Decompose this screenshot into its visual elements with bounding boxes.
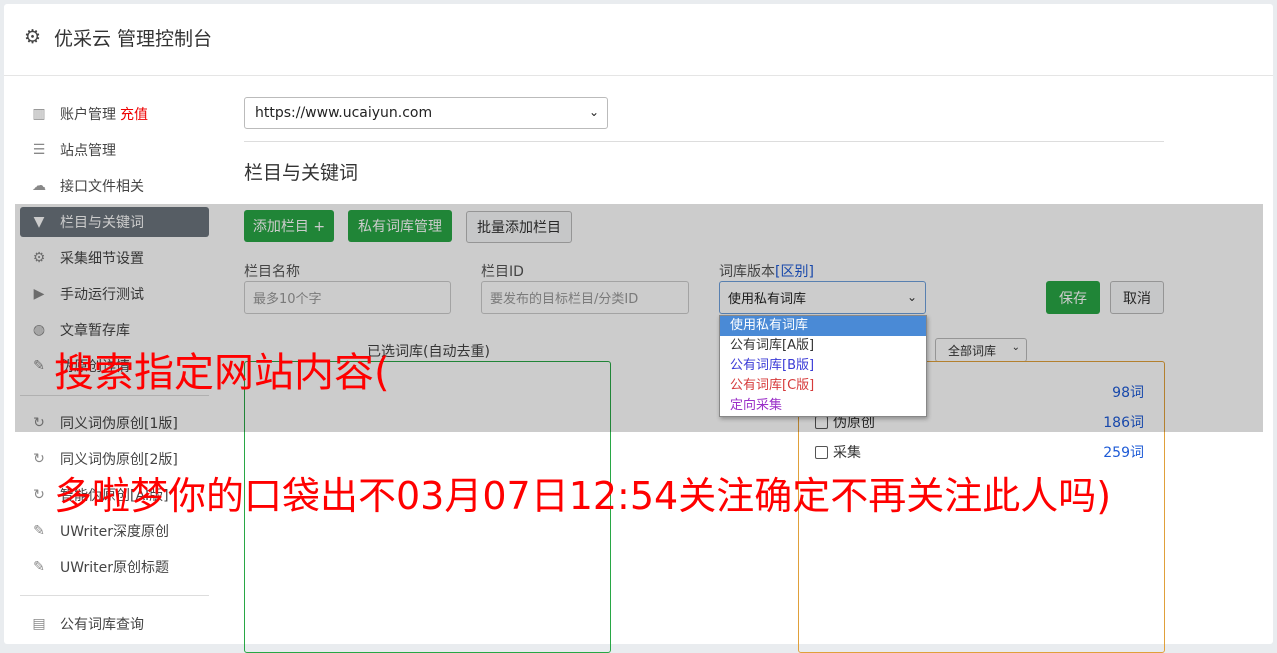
edit-icon: ✎ [33, 523, 45, 539]
watermark-line-2: 多啦梦你的口袋出不03月07日12:54关注确定不再关注此人吗) [54, 474, 1112, 518]
server-icon: ☰ [32, 142, 46, 158]
bar-chart-icon: ▥ [32, 106, 46, 122]
sidebar-item-label: 接口文件相关 [60, 179, 144, 195]
lexicon-row-label: 采集 [833, 445, 861, 461]
lexicon-row[interactable]: 采集 [815, 442, 861, 462]
refresh-icon: ↻ [33, 451, 45, 467]
watermark-line-1: 搜索指定网站内容( [54, 350, 390, 396]
sidebar-item-label: UWriter原创标题 [60, 560, 169, 576]
checkbox[interactable] [815, 445, 828, 459]
sidebar-item-uwriter-deep[interactable]: ✎ UWriter深度原创 [20, 516, 209, 546]
sidebar-item-public-lexicon[interactable]: ▤ 公有词库查询 [20, 609, 209, 639]
dropdown-option[interactable]: 定向采集 [720, 396, 926, 416]
site-select[interactable]: https://www.ucaiyun.com ⌄ [244, 97, 608, 129]
chevron-down-icon: ⌄ [588, 105, 599, 119]
sidebar-item-label: UWriter深度原创 [60, 524, 169, 540]
sidebar-item-label: 站点管理 [60, 143, 116, 159]
sidebar-item-uwriter-title[interactable]: ✎ UWriter原创标题 [20, 552, 209, 582]
gear-icon: ⚙ [24, 26, 42, 48]
sidebar-item-label: 公有词库查询 [60, 617, 144, 633]
book-icon: ▤ [32, 616, 46, 632]
dropdown-option[interactable]: 公有词库[A版] [720, 336, 926, 356]
page-title: 优采云 管理控制台 [54, 28, 213, 50]
page-header: ⚙ 优采云 管理控制台 [4, 4, 1273, 76]
divider [244, 141, 1164, 142]
site-select-value: https://www.ucaiyun.com [255, 105, 433, 121]
sidebar-item-label: 账户管理 [60, 107, 116, 123]
dropdown-option[interactable]: 使用私有词库 [720, 316, 926, 336]
section-title: 栏目与关键词 [244, 162, 359, 184]
sidebar-item-sites[interactable]: ☰ 站点管理 [20, 135, 209, 165]
lexicon-count: 259词 [1103, 445, 1144, 461]
edit-icon: ✎ [33, 559, 45, 575]
recharge-link[interactable]: 充值 [120, 104, 148, 124]
cloud-upload-icon: ☁ [32, 178, 46, 194]
sidebar-item-account[interactable]: ▥ 账户管理 充值 [20, 99, 209, 129]
sidebar-item-interface[interactable]: ☁ 接口文件相关 [20, 171, 209, 201]
sidebar-divider [20, 595, 209, 596]
lexicon-version-dropdown[interactable]: 使用私有词库 公有词库[A版] 公有词库[B版] 公有词库[C版] 定向采集 [719, 315, 927, 417]
refresh-icon: ↻ [33, 487, 45, 503]
dropdown-option[interactable]: 公有词库[B版] [720, 356, 926, 376]
dropdown-option[interactable]: 公有词库[C版] [720, 376, 926, 396]
